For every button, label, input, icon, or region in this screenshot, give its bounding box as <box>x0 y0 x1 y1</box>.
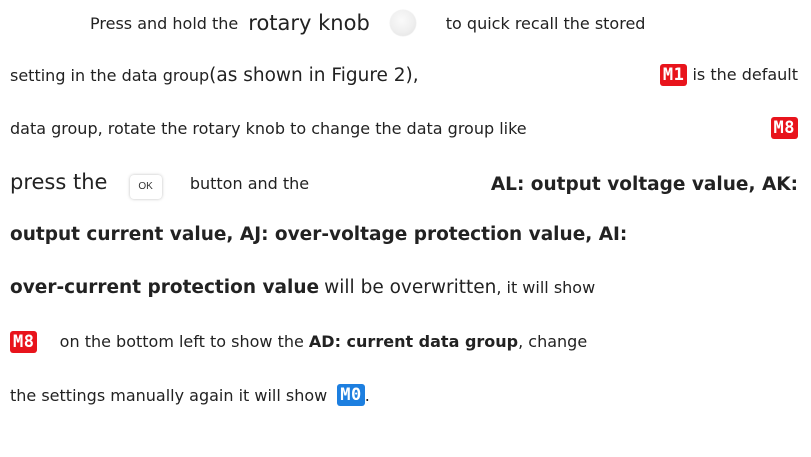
m1-badge: M1 <box>659 64 688 86</box>
text-segment: AL: output voltage value, AK: <box>490 173 798 195</box>
text-segment: (as shown in Figure 2), <box>209 64 419 86</box>
text-segment: , change <box>518 332 588 351</box>
text-line-4: press the OK button and the AL: output v… <box>10 170 798 199</box>
text-segment: over-current protection value <box>10 277 320 298</box>
text-segment: . <box>364 385 370 405</box>
ok-button-icon: OK <box>129 174 162 199</box>
text-segment: will be overwritten <box>324 277 497 298</box>
text-line-5: output current value, AJ: over-voltage p… <box>10 224 798 245</box>
text-line-2: setting in the data group(as shown in Fi… <box>10 64 798 86</box>
text-segment: rotary knob <box>248 11 370 35</box>
text-line-7: M8 on the bottom left to show the AD: cu… <box>10 331 798 353</box>
text-line-6: over-current protection value will be ov… <box>10 277 798 298</box>
text-segment: output current value, AJ: over-voltage p… <box>10 224 628 245</box>
m8-badge: M8 <box>770 117 798 139</box>
document-page: Press and hold the rotary knob to quick … <box>0 0 811 457</box>
text-segment: AD: current data group <box>308 332 519 351</box>
rotary-knob-icon <box>389 10 416 36</box>
text-line-3: data group, rotate the rotary knob to ch… <box>10 117 798 139</box>
text-segment: Press and hold the <box>90 13 239 33</box>
text-segment: button and the <box>189 174 310 193</box>
text-segment: data group, rotate the rotary knob to ch… <box>10 118 527 138</box>
m0-badge: M0 <box>337 384 365 406</box>
text-segment: to quick recall the stored <box>445 13 646 33</box>
text-segment: on the bottom left to show the <box>59 332 304 351</box>
text-segment: setting in the data group <box>10 65 210 85</box>
text-segment: is the default <box>692 65 798 84</box>
text-segment: , it will show <box>496 278 596 297</box>
text-segment: the settings manually again it will show <box>10 385 328 405</box>
text-segment: press the <box>10 170 108 194</box>
text-line-1: Press and hold the rotary knob to quick … <box>90 10 798 36</box>
m8-badge: M8 <box>10 331 38 353</box>
text-line-8: the settings manually again it will show… <box>10 384 798 406</box>
